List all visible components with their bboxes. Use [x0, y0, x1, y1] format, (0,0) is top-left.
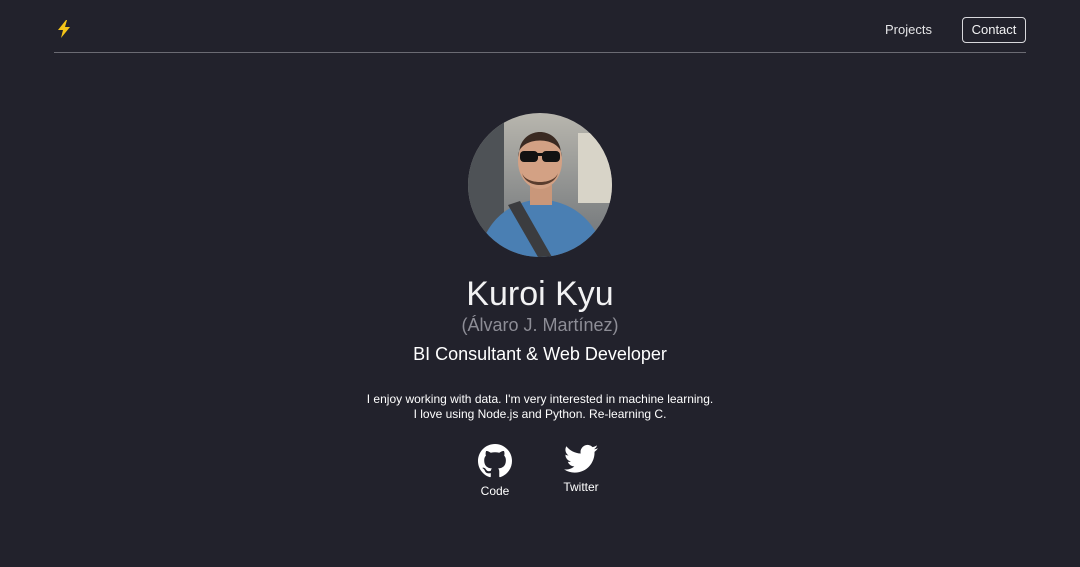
profile-role: BI Consultant & Web Developer: [413, 344, 667, 364]
twitter-link[interactable]: Twitter: [546, 444, 616, 494]
twitter-icon: [546, 444, 616, 474]
bio-line: I love using Node.js and Python. Re-lear…: [413, 407, 667, 421]
code-label: Code: [480, 484, 510, 498]
top-nav: Projects Contact: [54, 0, 1026, 53]
bio-line: I enjoy working with data. I'm very inte…: [366, 392, 714, 406]
profile-bio: I enjoy working with data. I'm very inte…: [0, 392, 1080, 422]
code-link[interactable]: Code: [460, 444, 530, 498]
lightning-bolt-icon[interactable]: [56, 20, 72, 38]
nav-contact-button[interactable]: Contact: [962, 17, 1026, 43]
twitter-label: Twitter: [563, 480, 599, 494]
avatar: [468, 113, 612, 257]
github-icon: [460, 444, 530, 478]
profile-real-name: (Álvaro J. Martínez): [461, 315, 619, 335]
nav-projects-link[interactable]: Projects: [885, 18, 932, 42]
profile-name: Kuroi Kyu: [466, 275, 614, 313]
